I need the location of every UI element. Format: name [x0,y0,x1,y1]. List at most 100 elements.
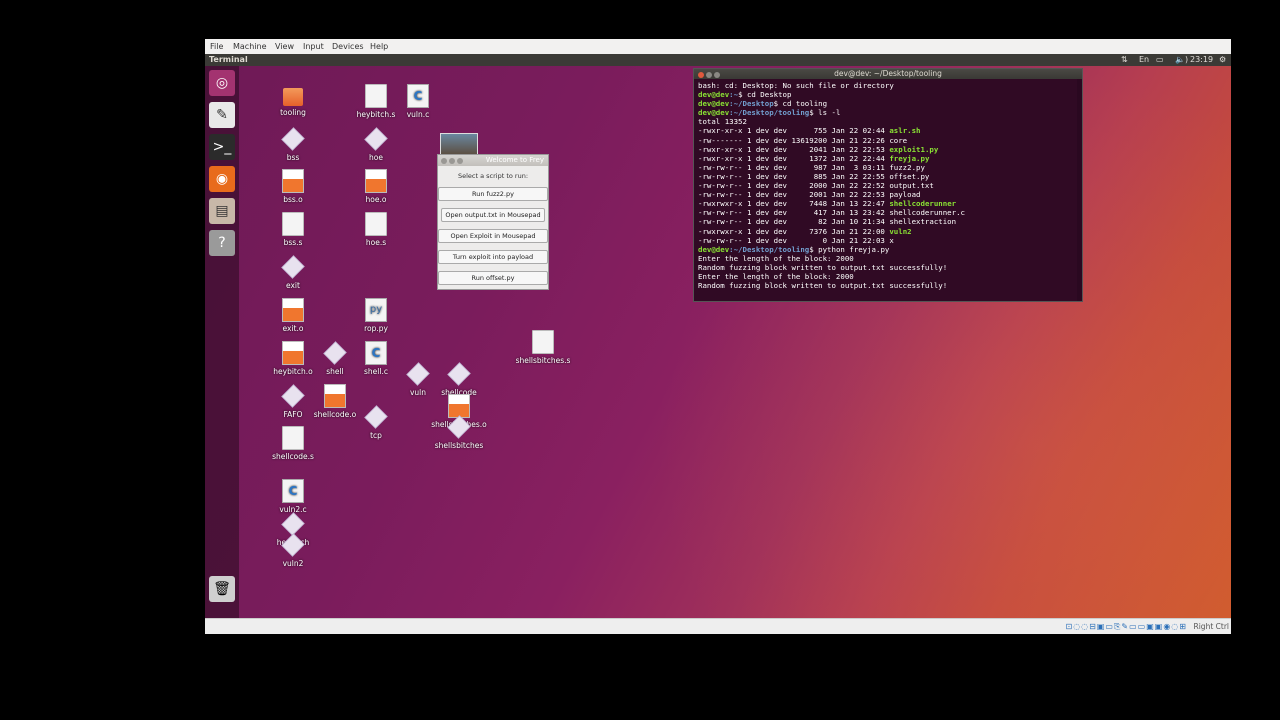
desktop-icon-vuln2[interactable]: vuln2 [265,533,321,568]
volume-icon[interactable]: 🔈) [1175,55,1188,64]
vm-menu-devices[interactable]: Devices [332,42,364,51]
output-text: -rw------- 1 dev dev 13619200 Jan 21 22:… [698,135,908,145]
terminal-line: dev@dev:~/Desktop/tooling$ python freyja… [698,245,1078,254]
folder-icon [283,88,303,106]
desktop-icon-hoe[interactable]: hoe [348,127,404,162]
close-icon [698,72,704,78]
terminal-titlebar[interactable]: dev@dev: ~/Desktop/tooling [694,69,1082,79]
dialog-button-3[interactable]: Open Exploit in Mousepad [438,229,548,243]
battery-icon[interactable]: ▭ [1156,55,1164,64]
clock[interactable]: 23:19 [1190,55,1213,64]
output-text: -rw-rw-r-- 1 dev dev 82 Jan 10 21:34 she… [698,217,957,227]
desktop-icon-tooling[interactable]: tooling [265,84,321,117]
dialog-button-1[interactable]: Run fuzz2.py [438,187,548,201]
desktop-icon-bss-s[interactable]: bss.s [265,212,321,247]
terminal-line: total 13352 [698,117,1078,126]
desktop-icon-label: FAFO [283,410,303,419]
active-app-title: Terminal [209,55,248,64]
terminal-output[interactable]: bash: cd: Desktop: No such file or direc… [694,79,1082,292]
terminal-icon[interactable]: >_ [209,134,235,160]
desktop-icon-label: shellsbitches.s [515,356,571,365]
desktop-icon-label: shell [326,367,344,376]
desktop-icon-label: hoe.o [365,195,387,204]
terminal-line: -rw-rw-r-- 1 dev dev 2001 Jan 22 22:53 p… [698,190,1078,199]
vm-statusbar: ⊡◌◌⊟▣▭⎘✎▭▭▣▣◉◌⊞ Right Ctrl [205,618,1231,634]
terminal-scrollbar[interactable] [1077,79,1082,301]
desktop-icon-label: hoe.s [365,238,387,247]
desktop-icon-label: rop.py [364,324,388,333]
desktop-icon-shellcode[interactable]: shellcode [431,362,487,397]
desktop-icon-label: exit [286,281,300,290]
terminal-line: Random fuzzing block written to output.t… [698,263,1078,272]
dialog-button-2[interactable]: Open output.txt in Mousepad [441,208,545,222]
trash-icon[interactable]: 🗑 [209,576,235,602]
terminal-line: dev@dev:~$ cd Desktop [698,90,1078,99]
dash-icon[interactable]: ◎ [209,70,235,96]
vm-menu-input[interactable]: Input [303,42,324,51]
freyja-dialog: Welcome to Frey Select a script to run: … [437,154,549,290]
terminal-line: bash: cd: Desktop: No such file or direc… [698,81,1078,90]
output-text: Enter the length of the block: 2000 [698,253,854,263]
text-editor-icon[interactable]: ✎ [209,102,235,128]
vm-menu-view[interactable]: View [275,42,294,51]
desktop-icon-vuln2-c[interactable]: Cvuln2.c [265,479,321,514]
desktop-icon-label: shell.c [364,367,388,376]
desktop-icon-bss-o[interactable]: bss.o [265,169,321,204]
vm-window: File Machine View Input Devices Help Terminal… [205,39,1231,634]
desktop-icon-hoe-s[interactable]: hoe.s [348,212,404,247]
keyboard-layout-indicator[interactable]: En [1139,55,1149,64]
vm-status-icons[interactable]: ⊡◌◌⊟▣▭⎘✎▭▭▣▣◉◌⊞ [1066,622,1188,632]
window-controls[interactable] [698,71,722,81]
desktop-icon-exit[interactable]: exit [265,255,321,290]
desktop-icon-tcp[interactable]: tcp [348,405,404,440]
vm-menu-help[interactable]: Help [370,42,388,51]
file-icon [282,426,304,450]
executable-icon [364,127,388,151]
vm-menu-file[interactable]: File [210,42,223,51]
firefox-icon[interactable]: ◉ [209,166,235,192]
desktop-icon-label: shellcode.s [272,452,314,461]
prompt-user: dev@dev [698,244,730,254]
output-text: -rw-rw-r-- 1 dev dev 885 Jan 22 22:55 of… [698,171,930,181]
top-panel: Terminal ⇅ En ▭ 🔈) 23:19 ⚙ [205,54,1231,66]
desktop-icon-shellsbitches-s[interactable]: shellsbitches.s [515,330,571,365]
terminal-line: -rw-rw-r-- 1 dev dev 0 Jan 21 22:03 x [698,236,1078,245]
desktop-icon-shellcode-s[interactable]: shellcode.s [265,426,321,461]
vm-menu-machine[interactable]: Machine [233,42,267,51]
desktop-icon-label: vuln [409,388,427,397]
executable-filename: aslr.sh [889,126,921,136]
desktop-icon-shellsbitches[interactable]: shellsbitches [431,415,487,450]
desktop-icon-label: vuln2 [282,559,304,568]
settings-gear-icon[interactable]: ⚙ [1219,55,1226,64]
dialog-button-5[interactable]: Run offset.py [438,271,548,285]
terminal-line: -rw-rw-r-- 1 dev dev 987 Jan 3 03:11 fuz… [698,163,1078,172]
desktop-icon-bss[interactable]: bss [265,127,321,162]
desktop-icon-vuln-c[interactable]: Cvuln.c [390,84,446,119]
terminal-window[interactable]: dev@dev: ~/Desktop/tooling bash: cd: Des… [693,68,1083,302]
desktop-icon-label: hoe [369,153,383,162]
desktop-icon-label: exit.o [282,324,304,333]
file-icon [365,84,387,108]
maximize-icon [714,72,720,78]
executable-filename: vuln2 [889,226,912,236]
network-icon[interactable]: ⇅ [1121,55,1128,64]
output-text: -rwxrwxr-x 1 dev dev 7448 Jan 13 22:47 [698,199,890,209]
dialog-prompt: Select a script to run: [457,172,529,180]
output-text: bash: cd: Desktop: No such file or direc… [698,81,894,90]
output-text: Enter the length of the block: 2000 [698,271,854,281]
window-controls[interactable] [441,157,465,168]
file-manager-icon[interactable]: ▤ [209,198,235,224]
dialog-button-4[interactable]: Turn exploit into payload [438,250,548,264]
desktop-icon-rop-py[interactable]: py rop.py [348,298,404,333]
terminal-line: -rw-rw-r-- 1 dev dev 82 Jan 10 21:34 she… [698,217,1078,226]
dialog-titlebar[interactable]: Welcome to Frey [438,155,548,166]
output-text: Random fuzzing block written to output.t… [698,262,948,272]
file-icon [532,330,554,354]
prompt-user: dev@dev [698,108,730,118]
desktop-icon-exit-o[interactable]: exit.o [265,298,321,333]
executable-icon [323,341,347,365]
help-icon[interactable]: ? [209,230,235,256]
command-text: $ cd Desktop [738,90,792,100]
desktop-icon-hoe-o[interactable]: hoe.o [348,169,404,204]
output-text: -rw-rw-r-- 1 dev dev 2001 Jan 22 22:53 p… [698,190,921,200]
